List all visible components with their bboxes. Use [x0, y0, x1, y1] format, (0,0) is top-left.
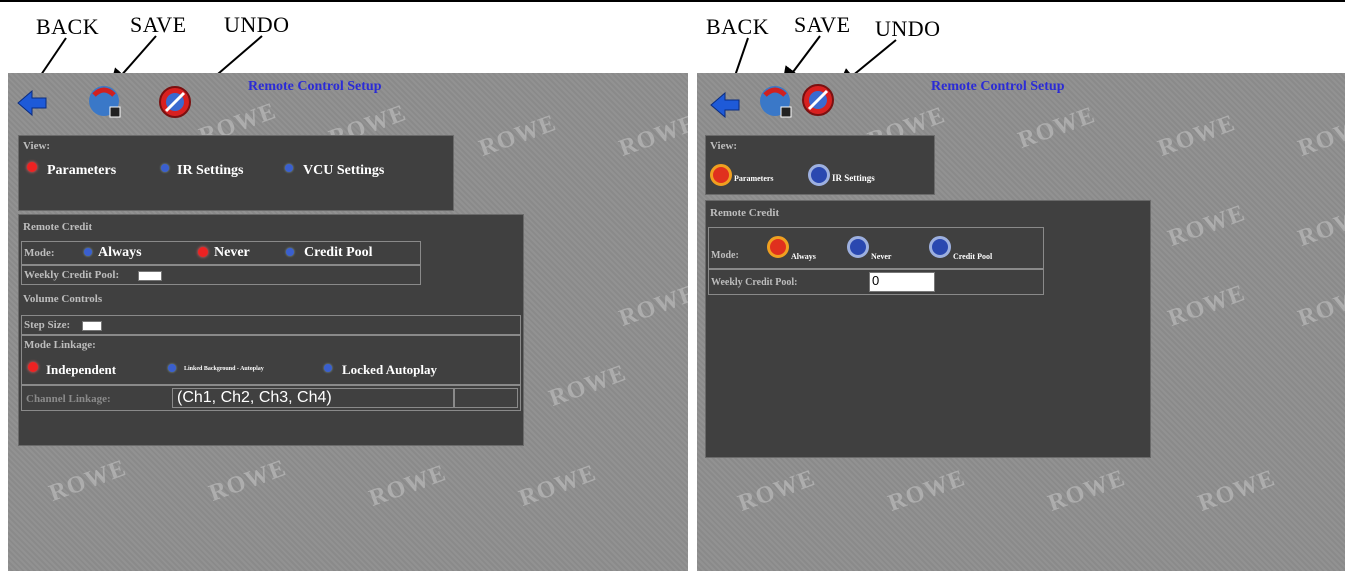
radio-selected[interactable] [710, 164, 732, 186]
mode-label: Mode: [711, 250, 739, 261]
back-arrow-icon[interactable] [16, 87, 48, 119]
screen-title: Remote Control Setup [931, 79, 1065, 94]
left-screen: ROWE ROWE ROWE ROWE ROWE ROWE ROWE ROWE … [8, 73, 688, 571]
mode-option-credit-pool[interactable]: Credit Pool [304, 245, 373, 261]
radio-selected[interactable] [27, 162, 37, 172]
watermark: ROWE [884, 465, 969, 517]
view-option-ir-settings[interactable]: IR Settings [177, 163, 244, 179]
undo-icon[interactable] [158, 85, 192, 119]
remote-credit-panel: Remote Credit Mode: Always Never Credit … [705, 200, 1151, 458]
watermark: ROWE [615, 280, 688, 332]
right-screen: ROWE ROWE ROWE ROWE ROWE ROWE ROWE ROWE … [697, 73, 1345, 571]
radio-unselected[interactable] [808, 164, 830, 186]
undo-icon[interactable] [801, 83, 835, 117]
weekly-pool-input[interactable] [138, 271, 162, 281]
watermark: ROWE [615, 110, 688, 162]
watermark: ROWE [1294, 200, 1345, 252]
weekly-pool-label: Weekly Credit Pool: [24, 269, 120, 281]
remote-credit-header: Remote Credit [23, 221, 93, 233]
watermark: ROWE [475, 110, 560, 162]
mode-option-credit-pool[interactable]: Credit Pool [953, 252, 992, 261]
view-option-parameters[interactable]: Parameters [47, 163, 116, 179]
channel-linkage-value-cell[interactable]: (Ch1, Ch2, Ch3, Ch4) [172, 388, 454, 408]
channel-linkage-row: Channel Linkage: (Ch1, Ch2, Ch3, Ch4) [21, 385, 521, 411]
step-size-row: Step Size: [21, 315, 521, 335]
weekly-pool-row: Weekly Credit Pool: 0 [708, 269, 1044, 295]
save-icon[interactable] [757, 83, 793, 119]
watermark: ROWE [365, 460, 450, 512]
settings-panel: Remote Credit Mode: Always Never Credit … [18, 214, 524, 446]
watermark: ROWE [1164, 280, 1249, 332]
screen-title: Remote Control Setup [248, 79, 382, 94]
radio-unselected[interactable] [847, 236, 869, 258]
watermark: ROWE [1164, 200, 1249, 252]
mode-linkage-row: Mode Linkage: Independent Linked Backgro… [21, 335, 521, 385]
watermark: ROWE [1294, 110, 1345, 162]
radio-unselected[interactable] [161, 164, 169, 172]
view-label: View: [23, 140, 51, 152]
remote-credit-header: Remote Credit [710, 207, 780, 219]
watermark: ROWE [545, 360, 630, 412]
linkage-option-linked-background-autoplay[interactable]: Linked Background - Autoplay [184, 366, 264, 372]
watermark: ROWE [205, 455, 290, 507]
linkage-option-locked-autoplay[interactable]: Locked Autoplay [342, 362, 437, 378]
step-size-label: Step Size: [24, 319, 71, 331]
view-option-vcu-settings[interactable]: VCU Settings [303, 163, 384, 179]
step-size-input[interactable] [82, 321, 102, 331]
mode-row: Mode: Always Never Credit Pool [708, 227, 1044, 269]
radio-unselected[interactable] [286, 248, 294, 256]
watermark: ROWE [1194, 465, 1279, 517]
mode-linkage-label: Mode Linkage: [24, 339, 96, 351]
view-option-ir-settings[interactable]: IR Settings [832, 173, 875, 183]
radio-unselected[interactable] [84, 248, 92, 256]
radio-selected[interactable] [767, 236, 789, 258]
watermark: ROWE [1154, 110, 1239, 162]
radio-unselected[interactable] [324, 364, 332, 372]
mode-option-always[interactable]: Always [791, 252, 816, 261]
view-label: View: [710, 140, 738, 152]
channel-linkage-label: Channel Linkage: [26, 393, 111, 405]
channel-linkage-extra-cell [454, 388, 518, 408]
radio-unselected[interactable] [168, 364, 176, 372]
view-option-parameters[interactable]: Parameters [734, 174, 774, 183]
mode-option-never[interactable]: Never [871, 252, 891, 261]
mode-option-always[interactable]: Always [98, 245, 142, 261]
save-icon[interactable] [86, 83, 122, 119]
watermark: ROWE [515, 460, 600, 512]
radio-selected[interactable] [198, 247, 208, 257]
channel-linkage-value: (Ch1, Ch2, Ch3, Ch4) [177, 389, 332, 406]
back-arrow-icon[interactable] [709, 89, 741, 121]
mode-option-never[interactable]: Never [214, 245, 250, 261]
watermark: ROWE [1044, 465, 1129, 517]
watermark: ROWE [1294, 280, 1345, 332]
linkage-option-independent[interactable]: Independent [46, 362, 116, 378]
weekly-pool-label: Weekly Credit Pool: [711, 277, 798, 288]
weekly-pool-input[interactable]: 0 [869, 272, 935, 292]
weekly-pool-row: Weekly Credit Pool: [21, 265, 421, 285]
radio-selected[interactable] [28, 362, 38, 372]
view-panel: View: Parameters IR Settings [705, 135, 935, 195]
radio-unselected[interactable] [285, 164, 293, 172]
watermark: ROWE [1014, 102, 1099, 154]
view-panel: View: Parameters IR Settings VCU Setting… [18, 135, 454, 211]
mode-row: Mode: Always Never Credit Pool [21, 241, 421, 265]
mode-label: Mode: [24, 247, 55, 259]
watermark: ROWE [45, 455, 130, 507]
watermark: ROWE [734, 465, 819, 517]
radio-unselected[interactable] [929, 236, 951, 258]
volume-controls-header: Volume Controls [23, 293, 103, 305]
